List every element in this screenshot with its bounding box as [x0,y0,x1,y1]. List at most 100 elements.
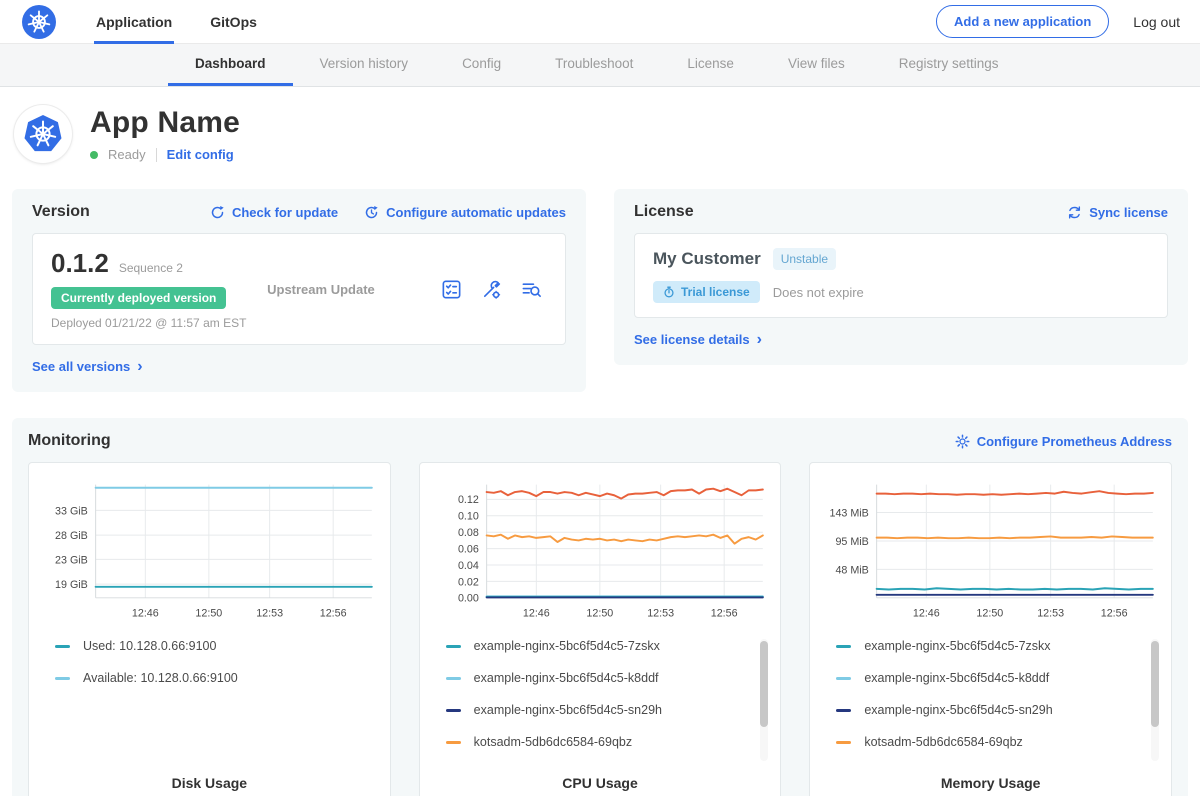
legend-label: example-nginx-5bc6f5d4c5-7zskx [864,639,1050,653]
tab-troubleshoot[interactable]: Troubleshoot [528,44,660,86]
tab-license[interactable]: License [660,44,761,86]
view-logs-icon[interactable] [520,278,543,301]
nav-item-gitops[interactable]: GitOps [208,0,259,44]
legend-swatch-icon [446,677,461,680]
svg-text:28 GiB: 28 GiB [55,530,88,542]
svg-text:12:46: 12:46 [523,607,550,619]
legend-item: example-nginx-5bc6f5d4c5-sn29h [446,703,769,717]
legend-swatch-icon [446,741,461,744]
logout-button[interactable]: Log out [1133,14,1180,30]
nav-item-application[interactable]: Application [94,0,174,44]
refresh-icon [210,205,225,220]
status-text: Ready [108,147,146,162]
svg-text:12:53: 12:53 [647,607,674,619]
see-license-details-link[interactable]: See license details› [634,332,762,348]
svg-text:0.12: 0.12 [458,494,479,506]
tab-dashboard[interactable]: Dashboard [168,44,293,86]
app-header: App Name Ready Edit config [0,87,1200,183]
svg-text:0.04: 0.04 [458,560,479,572]
tab-version-history[interactable]: Version history [293,44,436,86]
kubernetes-logo-icon [22,5,56,39]
clock-refresh-icon [364,205,379,220]
legend-scrollbar-thumb[interactable] [1151,641,1159,727]
cpu-usage-legend: example-nginx-5bc6f5d4c5-7zskx example-ng… [432,639,769,771]
current-version-panel: 0.1.2 Sequence 2 Currently deployed vers… [32,233,566,345]
cpu-usage-chart-card: 0.00 0.02 0.04 0.06 0.08 0.10 0.12 12:46 12:50 12… [419,462,782,796]
legend-label: example-nginx-5bc6f5d4c5-sn29h [864,703,1052,717]
sync-license-link[interactable]: Sync license [1067,205,1168,220]
check-for-update-link[interactable]: Check for update [210,205,338,220]
chart-title: Disk Usage [41,775,378,791]
legend-label: example-nginx-5bc6f5d4c5-sn29h [474,703,662,717]
memory-usage-chart-card: 48 MiB95 MiB143 MiB12:4612:5012:5312:56 … [809,462,1172,796]
svg-text:12:46: 12:46 [132,607,159,619]
sync-icon [1067,205,1082,220]
svg-text:0.10: 0.10 [458,511,479,523]
tab-config[interactable]: Config [435,44,528,86]
chart-title: Memory Usage [822,775,1159,791]
upstream-update-label: Upstream Update [267,282,440,297]
ready-status-dot [90,151,98,159]
legend-swatch-icon [836,709,851,712]
add-application-button[interactable]: Add a new application [936,5,1109,38]
legend-label: example-nginx-5bc6f5d4c5-7zskx [474,639,660,653]
version-card-title: Version [32,203,90,221]
disk-usage-legend: Used: 10.128.0.66:9100Available: 10.128.… [41,639,378,771]
memory-usage-chart: 48 MiB95 MiB143 MiB12:4612:5012:5312:56 [822,475,1159,625]
legend-item: example-nginx-5bc6f5d4c5-sn29h [836,703,1159,717]
legend-label: kotsadm-5db6dc6584-69qbz [474,735,632,749]
see-all-versions-link[interactable]: See all versions› [32,359,143,375]
svg-text:12:50: 12:50 [586,607,613,619]
svg-text:12:53: 12:53 [256,607,283,619]
configure-automatic-updates-link[interactable]: Configure automatic updates [364,205,566,220]
svg-text:23 GiB: 23 GiB [55,554,88,566]
customer-name: My Customer [653,249,761,269]
monitoring-title: Monitoring [28,432,111,450]
legend-swatch-icon [446,645,461,648]
svg-text:12:56: 12:56 [710,607,737,619]
legend-swatch-icon [836,645,851,648]
svg-text:0.00: 0.00 [458,593,479,605]
svg-text:48 MiB: 48 MiB [836,564,869,576]
tab-bar: DashboardVersion historyConfigTroublesho… [0,44,1200,87]
configure-prometheus-link[interactable]: Configure Prometheus Address [955,434,1172,449]
edit-config-link[interactable]: Edit config [167,147,234,162]
deployed-badge: Currently deployed version [51,287,226,309]
legend-swatch-icon [836,677,851,680]
license-card-title: License [634,203,694,221]
svg-text:0.08: 0.08 [458,527,479,539]
legend-label: example-nginx-5bc6f5d4c5-k8ddf [474,671,659,685]
svg-text:12:50: 12:50 [195,607,222,619]
wrench-config-icon[interactable] [480,278,503,301]
version-card: Version Check for update [12,189,586,392]
cards-row: Version Check for update [0,189,1200,392]
svg-text:0.02: 0.02 [458,576,479,588]
tab-registry-settings[interactable]: Registry settings [872,44,1026,86]
chevron-right-icon: › [757,332,762,348]
tab-view-files[interactable]: View files [761,44,872,86]
svg-text:12:46: 12:46 [913,607,940,619]
legend-swatch-icon [836,741,851,744]
gear-icon [955,434,970,449]
disk-usage-chart-card: 19 GiB23 GiB28 GiB33 GiB12:4612:5012:531… [28,462,391,796]
app-icon [14,105,72,163]
page-title: App Name [90,106,240,140]
legend-label: example-nginx-5bc6f5d4c5-k8ddf [864,671,1049,685]
preflight-checks-icon[interactable] [440,278,463,301]
legend-item: example-nginx-5bc6f5d4c5-k8ddf [446,671,769,685]
divider [156,148,157,162]
svg-text:12:53: 12:53 [1038,607,1065,619]
expiry-text: Does not expire [773,285,864,300]
stopwatch-icon [663,286,675,298]
trial-license-badge: Trial license [653,281,760,303]
sequence-label: Sequence 2 [119,261,183,275]
svg-text:0.06: 0.06 [458,544,479,556]
legend-label: Used: 10.128.0.66:9100 [83,639,216,653]
legend-scrollbar-track [760,639,768,761]
legend-scrollbar-thumb[interactable] [760,641,768,727]
legend-item: example-nginx-5bc6f5d4c5-7zskx [836,639,1159,653]
legend-swatch-icon [55,677,70,680]
svg-text:19 GiB: 19 GiB [55,579,88,591]
license-panel: My Customer Unstable Trial license Does … [634,233,1168,318]
svg-text:12:50: 12:50 [977,607,1004,619]
